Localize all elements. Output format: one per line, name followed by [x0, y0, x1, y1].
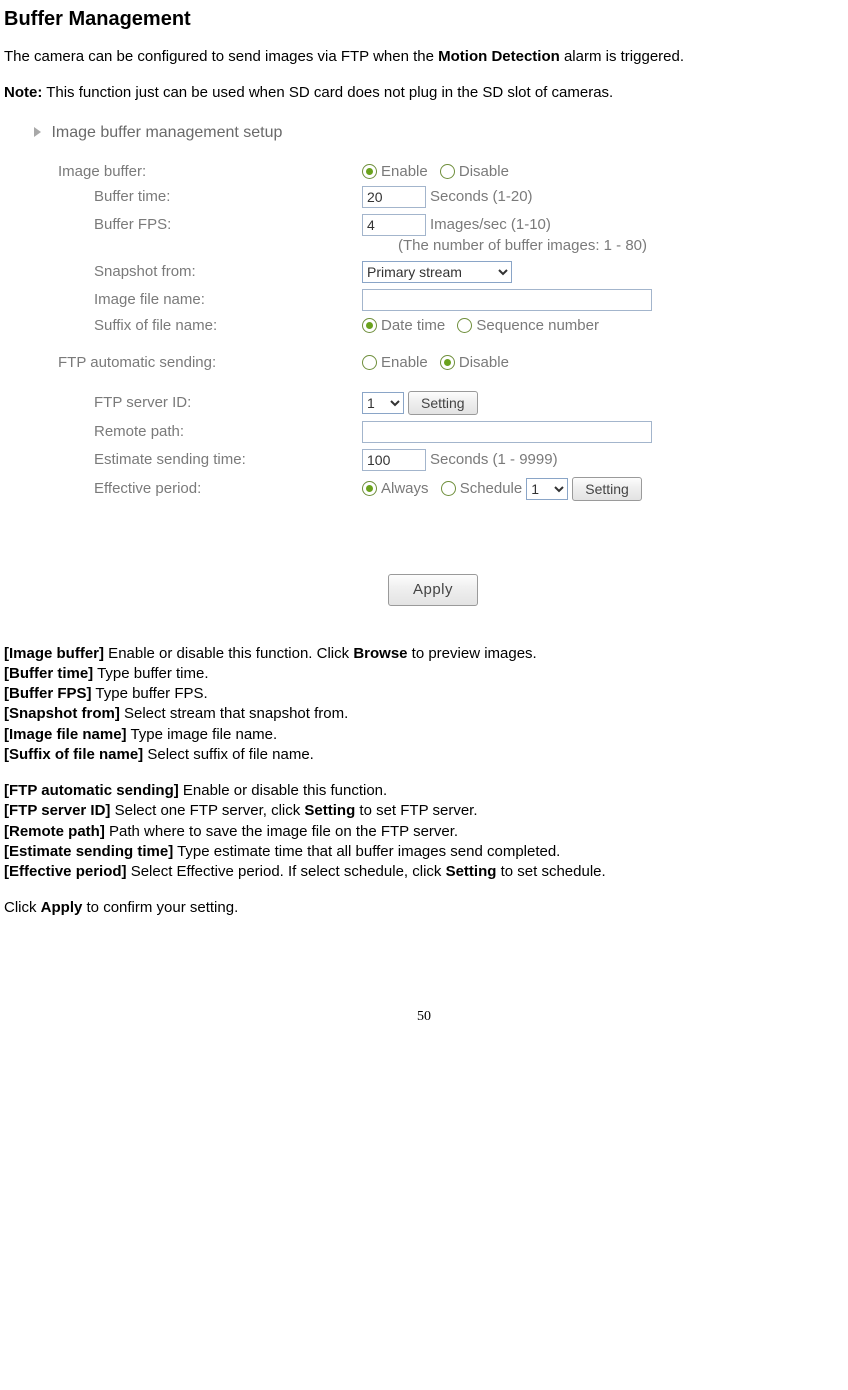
def-bold2: Setting [304, 802, 355, 819]
def-key: [Remote path] [4, 823, 105, 840]
page-title: Buffer Management [4, 8, 844, 31]
suffix-buffer-fps: Images/sec (1-10) [430, 216, 551, 233]
schedule-setting-button[interactable]: Setting [572, 477, 642, 501]
def-text: Select stream that snapshot from. [120, 705, 348, 722]
def-key: [FTP server ID] [4, 802, 110, 819]
intro-text-pre: The camera can be configured to send ima… [4, 48, 438, 65]
label-ftp-auto: FTP automatic sending: [22, 354, 362, 371]
suffix-buffer-time: Seconds (1-20) [430, 188, 533, 205]
apply-button[interactable]: Apply [388, 574, 478, 606]
label-ftp-server-id: FTP server ID: [22, 394, 362, 411]
def-key: [Image buffer] [4, 645, 104, 662]
form-title: Image buffer management setup [22, 124, 844, 142]
def-key: [FTP automatic sending] [4, 782, 179, 799]
select-snapshot-from[interactable]: Primary stream [362, 261, 512, 283]
def-text: Select suffix of file name. [143, 746, 314, 763]
def-key: [Estimate sending time] [4, 843, 173, 860]
label-snapshot-from: Snapshot from: [22, 263, 362, 280]
closing-paragraph: Click Apply to confirm your setting. [4, 898, 844, 918]
label-estimate-time: Estimate sending time: [22, 451, 362, 468]
def-text: Type buffer time. [93, 665, 208, 682]
def-key: [Image file name] [4, 726, 127, 743]
closing-post: to confirm your setting. [82, 899, 238, 916]
radio-effective-schedule[interactable] [441, 481, 456, 496]
radio-effective-always[interactable] [362, 481, 377, 496]
form-title-text: Image buffer management setup [51, 124, 282, 141]
radio-label-ftp-disable: Disable [459, 354, 509, 371]
def-key: [Buffer time] [4, 665, 93, 682]
def-bold2: Browse [353, 645, 407, 662]
intro-paragraph: The camera can be configured to send ima… [4, 47, 844, 67]
label-image-file-name: Image file name: [22, 291, 362, 308]
radio-suffix-date-time[interactable] [362, 318, 377, 333]
def-text: Type buffer FPS. [92, 685, 208, 702]
suffix-estimate-time: Seconds (1 - 9999) [430, 451, 558, 468]
input-image-file-name[interactable] [362, 289, 652, 311]
ftp-setting-button[interactable]: Setting [408, 391, 478, 415]
input-buffer-time[interactable] [362, 186, 426, 208]
def-text2: to set schedule. [496, 863, 605, 880]
label-effective-period: Effective period: [22, 480, 362, 497]
form-panel: Image buffer management setup Image buff… [4, 120, 844, 614]
def-text2: to preview images. [408, 645, 537, 662]
def-text: Type estimate time that all buffer image… [173, 843, 560, 860]
radio-label-enable: Enable [381, 163, 428, 180]
def-text2: to set FTP server. [355, 802, 477, 819]
radio-label-always: Always [381, 480, 429, 497]
label-buffer-fps: Buffer FPS: [22, 216, 362, 233]
def-key: [Buffer FPS] [4, 685, 92, 702]
def-text: Select Effective period. If select sched… [127, 863, 446, 880]
input-buffer-fps[interactable] [362, 214, 426, 236]
input-remote-path[interactable] [362, 421, 652, 443]
select-schedule-id[interactable]: 1 [526, 478, 568, 500]
note-paragraph: Note: This function just can be used whe… [4, 83, 844, 103]
label-buffer-time: Buffer time: [22, 188, 362, 205]
caret-right-icon [34, 127, 41, 137]
radio-image-buffer-enable[interactable] [362, 164, 377, 179]
definitions-block-1: [Image buffer] Enable or disable this fu… [4, 644, 844, 766]
radio-label-date-time: Date time [381, 317, 445, 334]
def-bold2: Setting [446, 863, 497, 880]
radio-ftp-enable[interactable] [362, 355, 377, 370]
page-number: 50 [4, 1009, 844, 1025]
label-image-buffer: Image buffer: [22, 163, 362, 180]
closing-bold: Apply [41, 899, 83, 916]
radio-image-buffer-disable[interactable] [440, 164, 455, 179]
def-text: Type image file name. [127, 726, 278, 743]
intro-bold: Motion Detection [438, 48, 560, 65]
note-text: This function just can be used when SD c… [42, 84, 613, 101]
def-text: Select one FTP server, click [110, 802, 304, 819]
def-text: Enable or disable this function. Click [104, 645, 353, 662]
select-ftp-server-id[interactable]: 1 [362, 392, 404, 414]
radio-label-disable: Disable [459, 163, 509, 180]
note-buffer-images: (The number of buffer images: 1 - 80) [22, 237, 844, 254]
def-key: [Suffix of file name] [4, 746, 143, 763]
radio-suffix-sequence[interactable] [457, 318, 472, 333]
radio-label-schedule: Schedule [460, 480, 523, 497]
def-text: Path where to save the image file on the… [105, 823, 458, 840]
definitions-block-2: [FTP automatic sending] Enable or disabl… [4, 781, 844, 882]
label-suffix-file-name: Suffix of file name: [22, 317, 362, 334]
radio-ftp-disable[interactable] [440, 355, 455, 370]
input-estimate-time[interactable] [362, 449, 426, 471]
radio-label-ftp-enable: Enable [381, 354, 428, 371]
closing-pre: Click [4, 899, 41, 916]
note-label: Note: [4, 84, 42, 101]
label-remote-path: Remote path: [22, 423, 362, 440]
intro-text-post: alarm is triggered. [560, 48, 684, 65]
def-key: [Snapshot from] [4, 705, 120, 722]
radio-label-sequence: Sequence number [476, 317, 599, 334]
def-key: [Effective period] [4, 863, 127, 880]
def-text: Enable or disable this function. [179, 782, 387, 799]
